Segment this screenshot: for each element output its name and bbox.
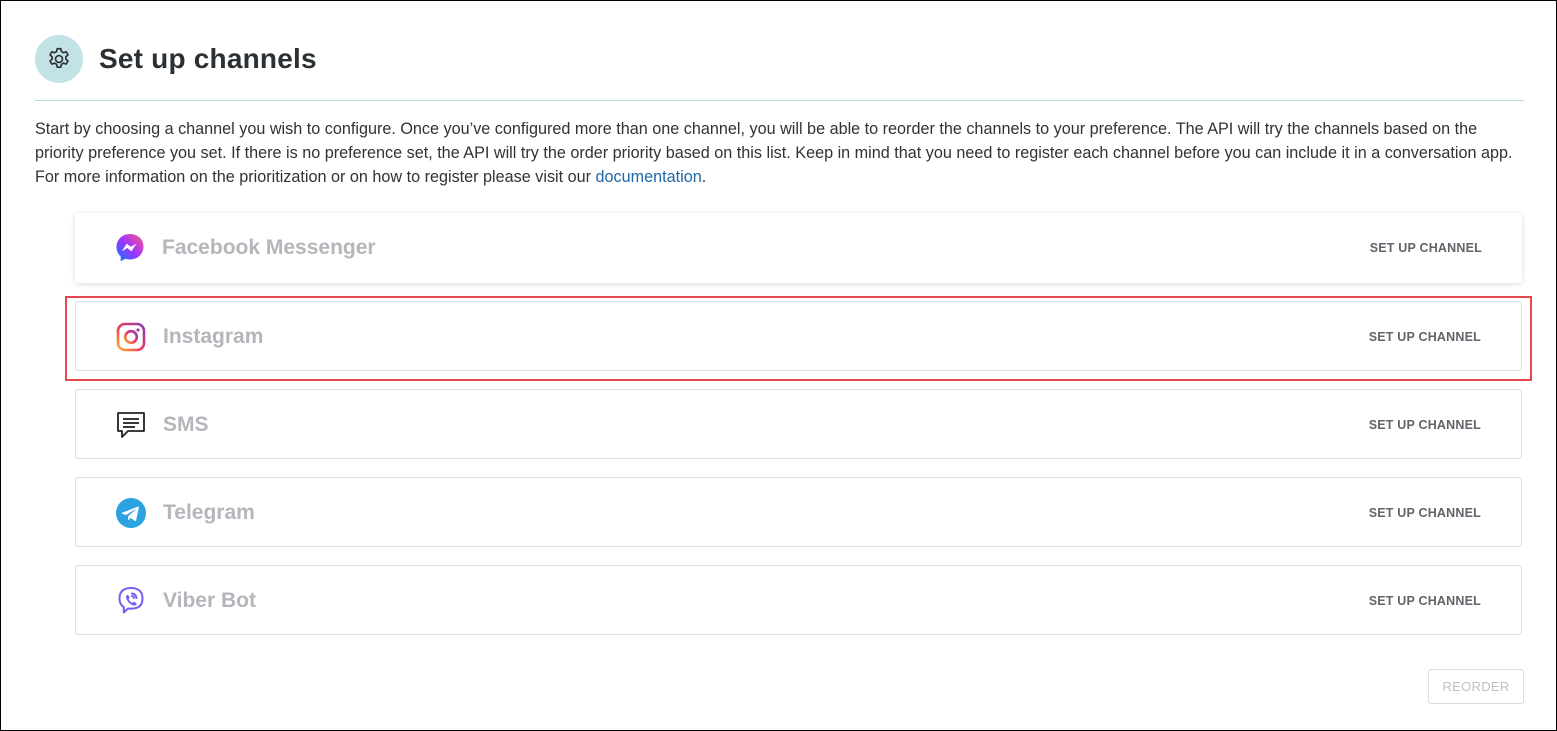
set-up-channel-button[interactable]: SET UP CHANNEL bbox=[1369, 478, 1481, 548]
messenger-icon bbox=[113, 231, 147, 265]
channel-name: Telegram bbox=[163, 501, 255, 524]
channel-row-telegram[interactable]: Telegram SET UP CHANNEL bbox=[75, 477, 1522, 547]
page-title: Set up channels bbox=[99, 43, 317, 74]
page-header: Set up channels bbox=[35, 35, 317, 83]
channel-row-facebook-messenger[interactable]: Facebook Messenger SET UP CHANNEL bbox=[75, 213, 1522, 283]
gear-icon bbox=[35, 35, 83, 83]
documentation-link[interactable]: documentation bbox=[596, 168, 702, 186]
channel-row-sms[interactable]: SMS SET UP CHANNEL bbox=[75, 389, 1522, 459]
channel-name: Facebook Messenger bbox=[162, 236, 376, 259]
reorder-button[interactable]: REORDER bbox=[1428, 669, 1524, 704]
channel-name: SMS bbox=[163, 413, 209, 436]
sms-icon bbox=[114, 408, 148, 442]
channel-row-viber-bot[interactable]: Viber Bot SET UP CHANNEL bbox=[75, 565, 1522, 635]
set-up-channel-button[interactable]: SET UP CHANNEL bbox=[1369, 566, 1481, 636]
intro-paragraph: Start by choosing a channel you wish to … bbox=[35, 117, 1530, 189]
set-up-channel-button[interactable]: SET UP CHANNEL bbox=[1370, 213, 1482, 283]
instagram-highlight-box bbox=[65, 296, 1532, 381]
intro-text: Start by choosing a channel you wish to … bbox=[35, 120, 1513, 186]
set-up-channel-button[interactable]: SET UP CHANNEL bbox=[1369, 390, 1481, 460]
page-frame: Set up channels Start by choosing a chan… bbox=[0, 0, 1557, 731]
intro-trailing: . bbox=[701, 168, 707, 186]
viber-icon bbox=[114, 584, 148, 618]
header-divider bbox=[35, 100, 1524, 101]
channel-name: Viber Bot bbox=[163, 589, 256, 612]
telegram-icon bbox=[114, 496, 148, 530]
